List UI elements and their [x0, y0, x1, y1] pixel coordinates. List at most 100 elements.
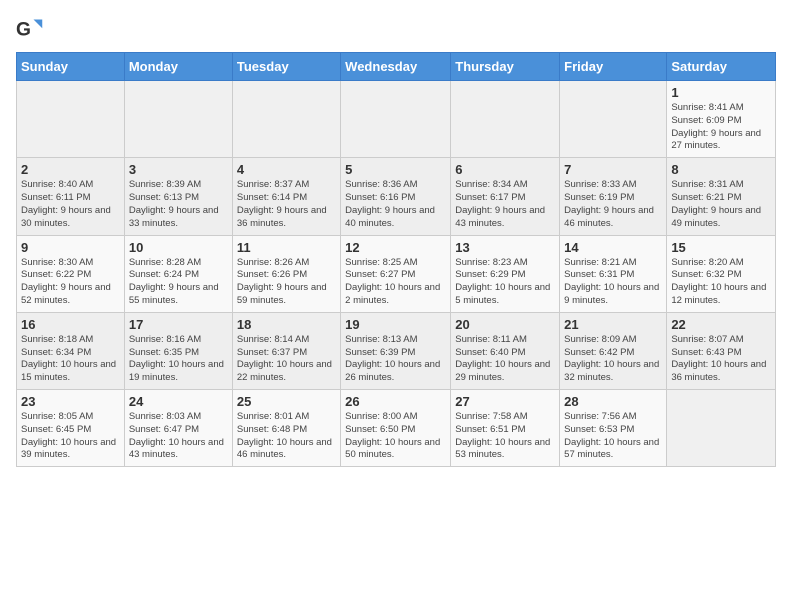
- calendar-cell: 14 Sunrise: 8:21 AM Sunset: 6:31 PM Dayli…: [560, 235, 667, 312]
- calendar-cell: [451, 81, 560, 158]
- day-info: Sunrise: 8:33 AM Sunset: 6:19 PM Dayligh…: [564, 179, 662, 230]
- day-info: Sunrise: 8:31 AM Sunset: 6:21 PM Dayligh…: [671, 179, 771, 230]
- svg-text:G: G: [16, 19, 31, 40]
- calendar-cell: [667, 390, 776, 467]
- day-number: 22: [671, 317, 771, 332]
- day-number: 11: [237, 240, 336, 255]
- calendar-cell: 1 Sunrise: 8:41 AM Sunset: 6:09 PM Daylig…: [667, 81, 776, 158]
- day-info: Sunrise: 8:05 AM Sunset: 6:45 PM Dayligh…: [21, 411, 120, 462]
- day-number: 23: [21, 394, 120, 409]
- day-number: 25: [237, 394, 336, 409]
- weekday-header: Friday: [560, 53, 667, 81]
- day-info: Sunrise: 8:40 AM Sunset: 6:11 PM Dayligh…: [21, 179, 120, 230]
- weekday-header: Saturday: [667, 53, 776, 81]
- day-info: Sunrise: 8:39 AM Sunset: 6:13 PM Dayligh…: [129, 179, 228, 230]
- calendar-cell: 23 Sunrise: 8:05 AM Sunset: 6:45 PM Dayli…: [17, 390, 125, 467]
- day-number: 15: [671, 240, 771, 255]
- day-info: Sunrise: 8:26 AM Sunset: 6:26 PM Dayligh…: [237, 257, 336, 308]
- logo: G: [16, 16, 48, 44]
- page-header: G: [16, 16, 776, 44]
- calendar-cell: [560, 81, 667, 158]
- day-info: Sunrise: 8:09 AM Sunset: 6:42 PM Dayligh…: [564, 334, 662, 385]
- calendar-cell: 11 Sunrise: 8:26 AM Sunset: 6:26 PM Dayli…: [232, 235, 340, 312]
- day-info: Sunrise: 8:11 AM Sunset: 6:40 PM Dayligh…: [455, 334, 555, 385]
- calendar-cell: [124, 81, 232, 158]
- calendar-cell: [341, 81, 451, 158]
- calendar-cell: 8Sunrise: 8:31 AM Sunset: 6:21 PM Daylig…: [667, 158, 776, 235]
- day-info: Sunrise: 8:18 AM Sunset: 6:34 PM Dayligh…: [21, 334, 120, 385]
- day-number: 28: [564, 394, 662, 409]
- day-number: 3: [129, 162, 228, 177]
- calendar-table: SundayMondayTuesdayWednesdayThursdayFrid…: [16, 52, 776, 467]
- calendar-cell: 4 Sunrise: 8:37 AM Sunset: 6:14 PM Daylig…: [232, 158, 340, 235]
- weekday-header: Thursday: [451, 53, 560, 81]
- day-number: 26: [345, 394, 446, 409]
- day-info: Sunrise: 8:41 AM Sunset: 6:09 PM Dayligh…: [671, 102, 771, 153]
- calendar-cell: 21 Sunrise: 8:09 AM Sunset: 6:42 PM Dayli…: [560, 312, 667, 389]
- day-info: Sunrise: 7:56 AM Sunset: 6:53 PM Dayligh…: [564, 411, 662, 462]
- day-info: Sunrise: 8:00 AM Sunset: 6:50 PM Dayligh…: [345, 411, 446, 462]
- day-info: Sunrise: 8:03 AM Sunset: 6:47 PM Dayligh…: [129, 411, 228, 462]
- calendar-cell: 24 Sunrise: 8:03 AM Sunset: 6:47 PM Dayli…: [124, 390, 232, 467]
- day-info: Sunrise: 8:36 AM Sunset: 6:16 PM Dayligh…: [345, 179, 446, 230]
- weekday-header: Monday: [124, 53, 232, 81]
- day-number: 19: [345, 317, 446, 332]
- day-number: 2: [21, 162, 120, 177]
- day-number: 13: [455, 240, 555, 255]
- calendar-cell: 7 Sunrise: 8:33 AM Sunset: 6:19 PM Daylig…: [560, 158, 667, 235]
- calendar-cell: 28 Sunrise: 7:56 AM Sunset: 6:53 PM Dayli…: [560, 390, 667, 467]
- day-info: Sunrise: 8:21 AM Sunset: 6:31 PM Dayligh…: [564, 257, 662, 308]
- day-number: 18: [237, 317, 336, 332]
- calendar-cell: [232, 81, 340, 158]
- calendar-cell: 13Sunrise: 8:23 AM Sunset: 6:29 PM Dayli…: [451, 235, 560, 312]
- day-number: 24: [129, 394, 228, 409]
- calendar-cell: [17, 81, 125, 158]
- day-number: 5: [345, 162, 446, 177]
- calendar-cell: 20 Sunrise: 8:11 AM Sunset: 6:40 PM Dayli…: [451, 312, 560, 389]
- day-number: 20: [455, 317, 555, 332]
- day-info: Sunrise: 7:58 AM Sunset: 6:51 PM Dayligh…: [455, 411, 555, 462]
- calendar-header: SundayMondayTuesdayWednesdayThursdayFrid…: [17, 53, 776, 81]
- weekday-header: Sunday: [17, 53, 125, 81]
- calendar-cell: 9 Sunrise: 8:30 AM Sunset: 6:22 PM Daylig…: [17, 235, 125, 312]
- day-number: 4: [237, 162, 336, 177]
- day-number: 14: [564, 240, 662, 255]
- calendar-cell: 5 Sunrise: 8:36 AM Sunset: 6:16 PM Daylig…: [341, 158, 451, 235]
- day-info: Sunrise: 8:25 AM Sunset: 6:27 PM Dayligh…: [345, 257, 446, 308]
- day-number: 1: [671, 85, 771, 100]
- calendar-cell: 10 Sunrise: 8:28 AM Sunset: 6:24 PM Dayli…: [124, 235, 232, 312]
- calendar-cell: 3 Sunrise: 8:39 AM Sunset: 6:13 PM Daylig…: [124, 158, 232, 235]
- day-number: 17: [129, 317, 228, 332]
- day-number: 9: [21, 240, 120, 255]
- calendar-cell: 6 Sunrise: 8:34 AM Sunset: 6:17 PM Daylig…: [451, 158, 560, 235]
- day-info: Sunrise: 8:13 AM Sunset: 6:39 PM Dayligh…: [345, 334, 446, 385]
- day-number: 12: [345, 240, 446, 255]
- day-number: 10: [129, 240, 228, 255]
- day-info: Sunrise: 8:28 AM Sunset: 6:24 PM Dayligh…: [129, 257, 228, 308]
- calendar-cell: 26 Sunrise: 8:00 AM Sunset: 6:50 PM Dayli…: [341, 390, 451, 467]
- day-info: Sunrise: 8:34 AM Sunset: 6:17 PM Dayligh…: [455, 179, 555, 230]
- weekday-header: Wednesday: [341, 53, 451, 81]
- logo-icon: G: [16, 16, 44, 44]
- day-number: 27: [455, 394, 555, 409]
- calendar-cell: 15Sunrise: 8:20 AM Sunset: 6:32 PM Dayli…: [667, 235, 776, 312]
- calendar-cell: 12 Sunrise: 8:25 AM Sunset: 6:27 PM Dayli…: [341, 235, 451, 312]
- calendar-cell: 2 Sunrise: 8:40 AM Sunset: 6:11 PM Daylig…: [17, 158, 125, 235]
- day-number: 6: [455, 162, 555, 177]
- calendar-cell: 25 Sunrise: 8:01 AM Sunset: 6:48 PM Dayli…: [232, 390, 340, 467]
- calendar-cell: 17 Sunrise: 8:16 AM Sunset: 6:35 PM Dayli…: [124, 312, 232, 389]
- day-info: Sunrise: 8:01 AM Sunset: 6:48 PM Dayligh…: [237, 411, 336, 462]
- calendar-cell: 19 Sunrise: 8:13 AM Sunset: 6:39 PM Dayli…: [341, 312, 451, 389]
- calendar-cell: 27 Sunrise: 7:58 AM Sunset: 6:51 PM Dayli…: [451, 390, 560, 467]
- day-info: Sunrise: 8:37 AM Sunset: 6:14 PM Dayligh…: [237, 179, 336, 230]
- day-info: Sunrise: 8:30 AM Sunset: 6:22 PM Dayligh…: [21, 257, 120, 308]
- day-number: 21: [564, 317, 662, 332]
- day-number: 16: [21, 317, 120, 332]
- day-info: Sunrise: 8:16 AM Sunset: 6:35 PM Dayligh…: [129, 334, 228, 385]
- calendar-cell: 16 Sunrise: 8:18 AM Sunset: 6:34 PM Dayli…: [17, 312, 125, 389]
- day-number: 7: [564, 162, 662, 177]
- day-info: Sunrise: 8:07 AM Sunset: 6:43 PM Dayligh…: [671, 334, 771, 385]
- calendar-cell: 22 Sunrise: 8:07 AM Sunset: 6:43 PM Dayli…: [667, 312, 776, 389]
- calendar-cell: 18Sunrise: 8:14 AM Sunset: 6:37 PM Dayli…: [232, 312, 340, 389]
- weekday-header: Tuesday: [232, 53, 340, 81]
